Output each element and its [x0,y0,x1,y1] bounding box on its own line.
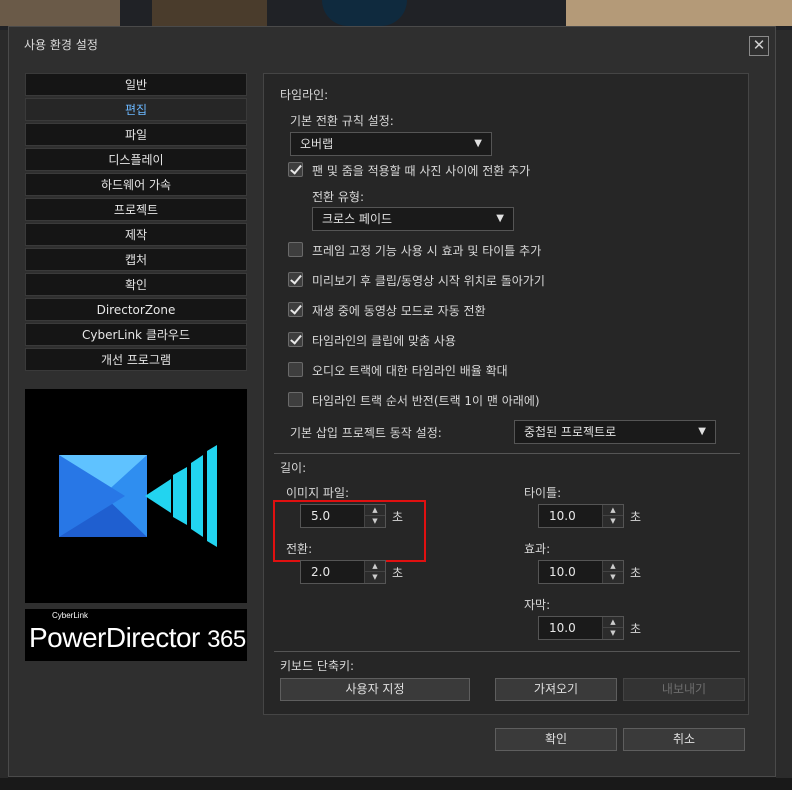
seconds-unit: 초 [392,566,404,580]
spin-up-icon[interactable]: ▲ [603,505,623,516]
chevron-down-icon: ▼ [698,426,706,437]
sidebar-item-general[interactable]: 일반 [25,73,247,96]
snap-to-clip-label: 타임라인의 클립에 맞춤 사용 [312,334,456,348]
music-thumbnail [322,0,407,26]
subtitle-duration-spinner[interactable]: 10.0 ▲ ▼ [538,616,624,640]
title-duration-spinner[interactable]: 10.0 ▲ ▼ [538,504,624,528]
dialog-title: 사용 환경 설정 [24,38,98,52]
cancel-button[interactable]: 취소 [623,728,745,751]
sidebar-item-confirmation[interactable]: 확인 [25,273,247,296]
pan-zoom-label: 팬 및 줌을 적용할 때 사진 사이에 전환 추가 [312,164,531,178]
brand-product: PowerDirector [29,622,200,653]
spin-down-icon[interactable]: ▼ [603,516,623,527]
sidebar-item-directorzone[interactable]: DirectorZone [25,298,247,321]
keyboard-heading: 키보드 단축키: [280,659,355,673]
sidebar-item-produce[interactable]: 제작 [25,223,247,246]
customize-shortcuts-button[interactable]: 사용자 지정 [280,678,470,701]
subtitle-duration-label: 자막: [524,598,551,612]
host-app-bottom-strip [0,778,792,790]
sidebar-item-project[interactable]: 프로젝트 [25,198,247,221]
host-app-right-strip [776,30,792,790]
insert-project-dropdown[interactable]: 중첩된 프로젝트로 ▼ [514,420,716,444]
title-duration-value: 10.0 [549,509,576,523]
title-duration-label: 타이틀: [524,486,562,500]
divider [274,651,740,652]
effect-duration-label: 효과: [524,542,551,556]
snap-to-clip-checkbox[interactable] [288,332,303,347]
seconds-unit: 초 [630,622,642,636]
subtitle-duration-value: 10.0 [549,621,576,635]
sidebar-item-editing[interactable]: 편집 [25,98,247,121]
close-icon: ✕ [752,36,766,54]
spin-down-icon[interactable]: ▼ [365,572,385,583]
effect-duration-value: 10.0 [549,565,576,579]
spin-up-icon[interactable]: ▲ [365,561,385,572]
transition-duration-label: 전환: [286,542,313,556]
duration-heading: 길이: [280,461,307,475]
image-duration-spinner[interactable]: 5.0 ▲ ▼ [300,504,386,528]
seconds-unit: 초 [630,566,642,580]
sidebar-item-display[interactable]: 디스플레이 [25,148,247,171]
category-sidebar: 일반 편집 파일 디스플레이 하드웨어 가속 프로젝트 제작 캡처 확인 Dir… [25,73,247,373]
sidebar-item-capture[interactable]: 캡처 [25,248,247,271]
thumbnail [566,0,792,26]
sidebar-item-cyberlink-cloud[interactable]: CyberLink 클라우드 [25,323,247,346]
chevron-down-icon: ▼ [474,138,482,149]
chevron-down-icon: ▼ [496,213,504,224]
spin-up-icon[interactable]: ▲ [603,561,623,572]
auto-movie-mode-checkbox[interactable] [288,302,303,317]
preferences-dialog: 사용 환경 설정 ✕ 일반 편집 파일 디스플레이 하드웨어 가속 프로젝트 제… [8,26,776,777]
transition-type-value: 크로스 페이드 [322,212,393,226]
transition-duration-value: 2.0 [311,565,331,579]
seconds-unit: 초 [630,510,642,524]
audio-zoom-label: 오디오 트랙에 대한 타임라인 배율 확대 [312,364,508,378]
transition-type-label: 전환 유형: [312,190,365,204]
transition-rule-dropdown[interactable]: 오버랩 ▼ [290,132,492,156]
pan-zoom-checkbox[interactable] [288,162,303,177]
transition-duration-spinner[interactable]: 2.0 ▲ ▼ [300,560,386,584]
thumbnail [0,0,120,26]
effect-duration-spinner[interactable]: 10.0 ▲ ▼ [538,560,624,584]
divider [274,453,740,454]
thumbnail [152,0,267,26]
sidebar-item-file[interactable]: 파일 [25,123,247,146]
spin-down-icon[interactable]: ▼ [365,516,385,527]
transition-rule-label: 기본 전환 규칙 설정: [290,114,394,128]
brand-name: PowerDirector 365 [29,622,246,654]
seconds-unit: 초 [392,510,404,524]
return-start-checkbox[interactable] [288,272,303,287]
auto-movie-mode-label: 재생 중에 동영상 모드로 자동 전환 [312,304,486,318]
insert-project-label: 기본 삽입 프로젝트 동작 설정: [290,426,442,440]
transition-rule-value: 오버랩 [300,137,334,151]
brand-company: CyberLink [52,611,89,620]
audio-zoom-checkbox[interactable] [288,362,303,377]
transition-type-dropdown[interactable]: 크로스 페이드 ▼ [312,207,514,231]
spin-down-icon[interactable]: ▼ [603,572,623,583]
powerdirector-logo [25,389,247,603]
powerdirector-logo-icon [59,445,217,547]
image-duration-label: 이미지 파일: [286,486,350,500]
freeze-frame-checkbox[interactable] [288,242,303,257]
close-button[interactable]: ✕ [749,36,769,56]
insert-project-value: 중첩된 프로젝트로 [524,425,617,439]
return-start-label: 미리보기 후 클립/동영상 시작 위치로 돌아가기 [312,274,545,288]
sidebar-item-hardware-acceleration[interactable]: 하드웨어 가속 [25,173,247,196]
sidebar-item-improvement-program[interactable]: 개선 프로그램 [25,348,247,371]
brand-version: 365 [207,626,246,653]
spin-down-icon[interactable]: ▼ [603,628,623,639]
brand-wordmark: CyberLink PowerDirector 365 [25,609,247,661]
spin-up-icon[interactable]: ▲ [365,505,385,516]
reverse-track-order-checkbox[interactable] [288,392,303,407]
image-duration-value: 5.0 [311,509,331,523]
export-shortcuts-button[interactable]: 내보내기 [623,678,745,701]
freeze-frame-label: 프레임 고정 기능 사용 시 효과 및 타이틀 추가 [312,244,542,258]
title-bar: 사용 환경 설정 ✕ [9,27,775,63]
import-shortcuts-button[interactable]: 가져오기 [495,678,617,701]
settings-panel: 타임라인: 기본 전환 규칙 설정: 오버랩 ▼ 팬 및 줌을 적용할 때 사진… [263,73,749,715]
host-app-left-strip [0,30,8,790]
reverse-track-order-label: 타임라인 트랙 순서 반전(트랙 1이 맨 아래에) [312,394,540,408]
timeline-heading: 타임라인: [280,88,329,102]
ok-button[interactable]: 확인 [495,728,617,751]
spin-up-icon[interactable]: ▲ [603,617,623,628]
